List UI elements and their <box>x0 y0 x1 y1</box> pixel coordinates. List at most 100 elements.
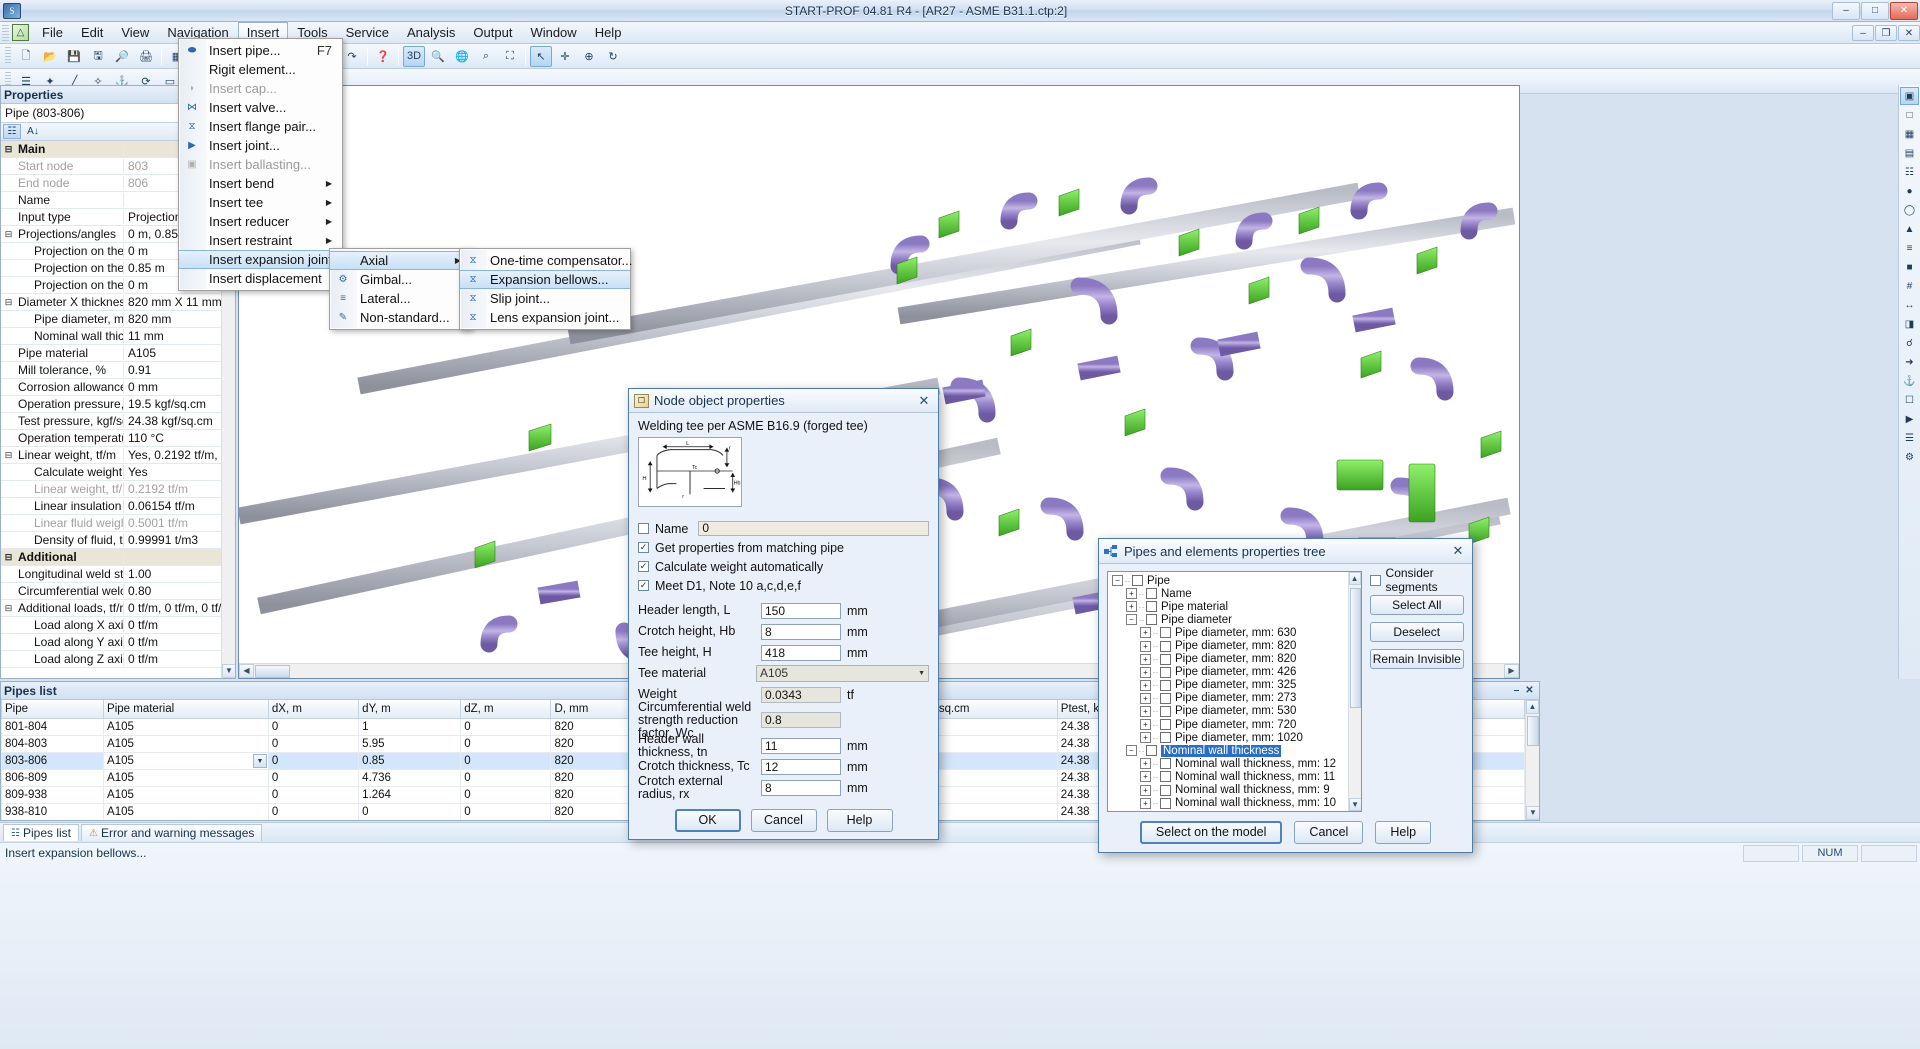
grid-toggle-icon[interactable]: ☷ <box>1900 163 1919 181</box>
scroll-down-icon[interactable]: ▼ <box>222 664 235 678</box>
property-value[interactable]: Yes <box>124 465 235 479</box>
scroll-right-icon[interactable]: ▶ <box>1504 664 1519 678</box>
column-header[interactable]: Pipe material <box>104 700 269 718</box>
field-input[interactable]: 8 <box>761 624 841 640</box>
checkbox-calculate-weight-automatically[interactable]: ✓ <box>638 561 649 572</box>
tree-expander-icon[interactable]: + <box>1140 693 1151 704</box>
node-numbers-icon[interactable]: # <box>1900 277 1919 295</box>
supports-visibility-icon[interactable]: ▲ <box>1900 220 1919 238</box>
expander-icon[interactable]: ⊟ <box>1 552 16 563</box>
property-value[interactable]: 0.5001 tf/m <box>124 516 235 530</box>
tree-node[interactable]: +··Nominal wall thickness, mm: 9 <box>1112 784 1361 797</box>
menu-service[interactable]: Service <box>337 22 398 43</box>
legend-icon[interactable]: ☰ <box>1900 429 1919 447</box>
property-value[interactable]: 0.91 <box>124 363 235 377</box>
checkbox-name[interactable] <box>638 523 649 534</box>
menu-view[interactable]: View <box>112 22 158 43</box>
menu-item-non-standard[interactable]: ✎Non-standard... <box>330 308 471 327</box>
menu-item-insert-expansion-joint[interactable]: Insert expansion joint▶ <box>179 250 342 269</box>
menu-item-insert-flange-pair[interactable]: ⧖Insert flange pair... <box>179 117 342 136</box>
field-input[interactable]: 12 <box>761 759 841 775</box>
tree-node-checkbox[interactable] <box>1160 627 1171 638</box>
column-header[interactable]: dY, m <box>359 700 461 718</box>
cell-dropdown-icon[interactable]: ▼ <box>253 754 267 768</box>
tree-expander-icon[interactable]: + <box>1140 798 1151 809</box>
tree-help-button[interactable]: Help <box>1375 821 1431 844</box>
expander-icon[interactable]: ⊟ <box>1 144 16 155</box>
tree-expander-icon[interactable]: + <box>1140 719 1151 730</box>
dock-tab-pipes-list[interactable]: ☷Pipes list <box>3 824 79 841</box>
zoom-icon[interactable]: ⊕ <box>578 46 600 67</box>
consider-segments-checkbox[interactable] <box>1370 575 1381 586</box>
property-value[interactable]: 0 mm <box>124 380 235 394</box>
tree-node[interactable]: −··Pipe diameter <box>1112 613 1361 626</box>
alphabetical-sort-icon[interactable]: A↓ <box>24 124 42 139</box>
tree-expander-icon[interactable]: + <box>1140 627 1151 638</box>
checkbox-row[interactable]: ✓Calculate weight automatically <box>638 557 929 576</box>
tree-node[interactable]: −··Nominal wall thickness <box>1112 744 1361 757</box>
checkbox-row[interactable]: ✓Get properties from matching pipe <box>638 538 929 557</box>
property-row[interactable]: Test pressure, kgf/sq24.38 kgf/sq.cm <box>1 413 235 430</box>
property-value[interactable]: 820 mm X 11 mm <box>124 295 235 309</box>
menu-file[interactable]: File <box>33 22 72 43</box>
mdi-close-button[interactable]: ✕ <box>1898 25 1920 41</box>
column-header[interactable]: dX, m <box>268 700 358 718</box>
pipes-list-close-icon[interactable]: ✕ <box>1523 684 1536 697</box>
tree-expander-icon[interactable]: + <box>1140 785 1151 796</box>
property-value[interactable]: 110 °C <box>124 431 235 445</box>
property-row[interactable]: Density of fluid, t0.99991 t/m3 <box>1 532 235 549</box>
toolbar-grip[interactable] <box>5 47 11 65</box>
property-row[interactable]: Load along X axis0 tf/m <box>1 617 235 634</box>
menu-item-insert-joint[interactable]: ▶Insert joint... <box>179 136 342 155</box>
tree-node-checkbox[interactable] <box>1160 706 1171 717</box>
select-on-model-button[interactable]: Select on the model <box>1140 821 1283 844</box>
name-input[interactable]: 0 <box>698 521 929 536</box>
chevron-down-icon[interactable]: ▼ <box>918 666 928 681</box>
field-input[interactable]: 11 <box>761 738 841 754</box>
pipes-scroll-thumb[interactable] <box>1527 716 1539 746</box>
remain-invisible-button[interactable]: Remain Invisible <box>1370 649 1464 669</box>
tree-node-checkbox[interactable] <box>1160 758 1171 769</box>
property-value[interactable]: 0 tf/m <box>124 618 235 632</box>
print-icon[interactable]: 🖨 <box>135 46 157 67</box>
property-value[interactable]: 0 tf/m <box>124 635 235 649</box>
consider-segments-row[interactable]: Consider segments <box>1370 572 1464 588</box>
maximize-button[interactable]: □ <box>1861 2 1889 20</box>
property-value[interactable]: 11 mm <box>124 329 235 343</box>
menu-item-one-time-compensator[interactable]: ⧖One-time compensator... <box>460 251 630 270</box>
expander-icon[interactable]: ⊟ <box>1 229 16 240</box>
property-row[interactable]: Circumferential welc0.80 <box>1 583 235 600</box>
column-header[interactable]: dZ, m <box>461 700 551 718</box>
view-side-icon[interactable]: ▤ <box>1900 144 1919 162</box>
tree-node-checkbox[interactable] <box>1160 693 1171 704</box>
tree-node[interactable]: +··Pipe diameter, mm: 720 <box>1112 718 1361 731</box>
property-row[interactable]: Corrosion allowance0 mm <box>1 379 235 396</box>
tree-node[interactable]: +··Pipe material <box>1112 600 1361 613</box>
field-input[interactable]: 150 <box>761 603 841 619</box>
expander-icon[interactable]: ⊟ <box>1 297 16 308</box>
tree-node[interactable]: +··Pipe diameter, mm: 820 <box>1112 653 1361 666</box>
property-row[interactable]: Load along Y axis0 tf/m <box>1 634 235 651</box>
select-arrow-icon[interactable]: ↖ <box>530 46 552 67</box>
property-row[interactable]: ⊟Additional loads, tf/r0 tf/m, 0 tf/m, 0… <box>1 600 235 617</box>
render-wire-icon[interactable]: ◯ <box>1900 201 1919 219</box>
menu-item-insert-displacement[interactable]: Insert displacement▶ <box>179 269 342 288</box>
menu-help[interactable]: Help <box>586 22 631 43</box>
tree-node-checkbox[interactable] <box>1160 785 1171 796</box>
menu-item-insert-restraint[interactable]: Insert restraint▶ <box>179 231 342 250</box>
tree-scrollbar[interactable]: ▲ ▼ <box>1348 572 1361 811</box>
find-icon[interactable]: 🔍 <box>427 46 449 67</box>
tree-node-checkbox[interactable] <box>1146 745 1157 756</box>
menu-analysis[interactable]: Analysis <box>398 22 464 43</box>
view-front-icon[interactable]: □ <box>1900 106 1919 124</box>
tree-expander-icon[interactable]: − <box>1112 575 1123 586</box>
tree-node[interactable]: +··Pipe diameter, mm: 630 <box>1112 626 1361 639</box>
anchors-icon[interactable]: ⚓ <box>1900 372 1919 390</box>
tree-node-checkbox[interactable] <box>1146 614 1157 625</box>
property-row[interactable]: Calculate weightYes <box>1 464 235 481</box>
new-doc-icon[interactable]: 🗋 <box>15 46 37 67</box>
property-row[interactable]: Longitudinal weld st1.00 <box>1 566 235 583</box>
tree-node-checkbox[interactable] <box>1160 641 1171 652</box>
redo-icon[interactable]: ↷ <box>341 46 363 67</box>
menu-item-insert-bend[interactable]: Insert bend▶ <box>179 174 342 193</box>
